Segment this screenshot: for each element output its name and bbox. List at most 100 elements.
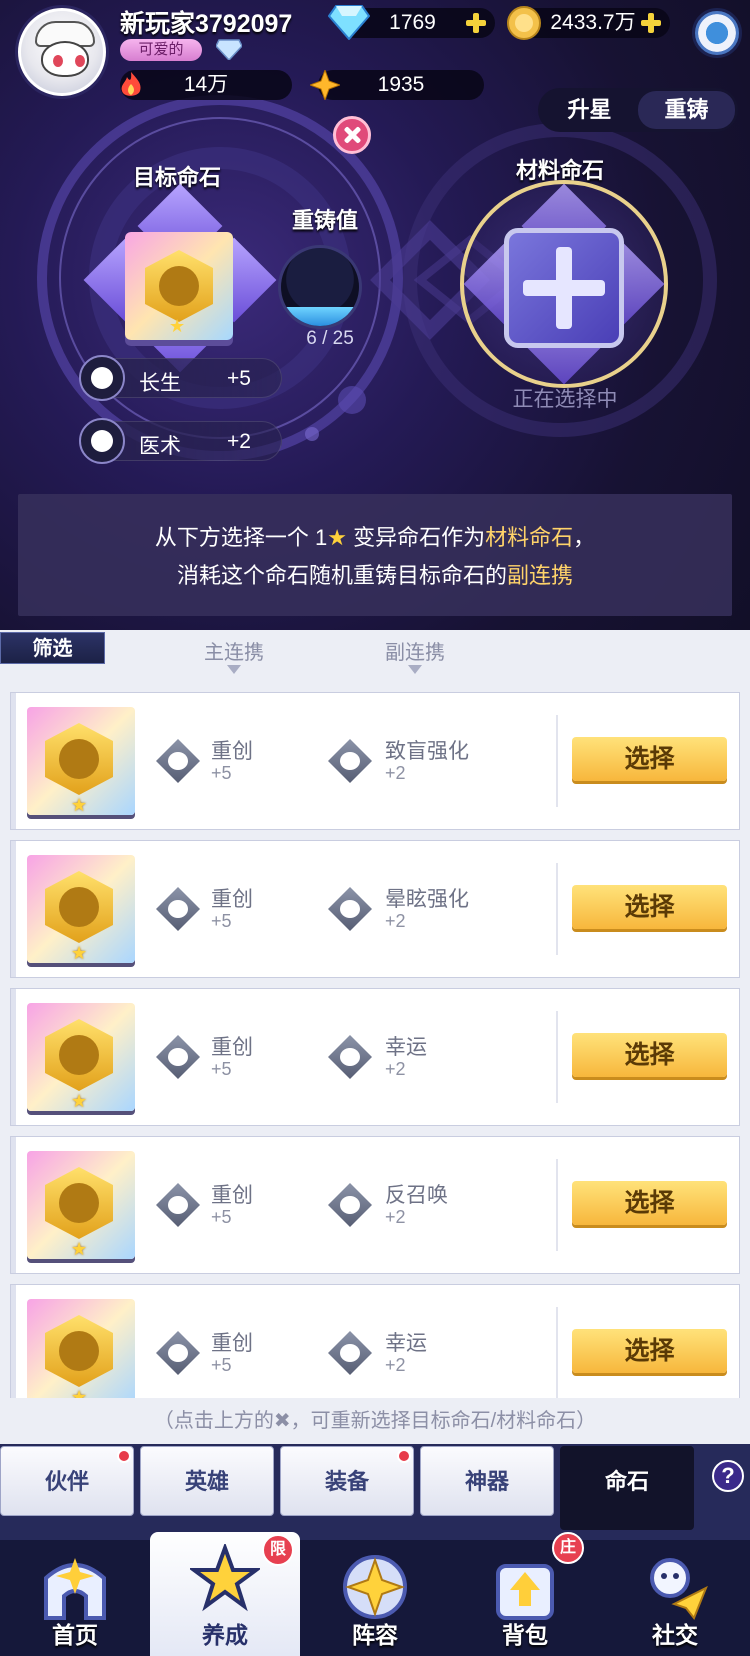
- nav-badge: 庄: [552, 1532, 584, 1564]
- nav-social[interactable]: 社交: [600, 1540, 750, 1656]
- nav-label: 养成: [202, 1622, 248, 1648]
- list-item: ★ 重创 +5 幸运 +2 选择: [10, 1284, 740, 1398]
- main-link-value: +5: [211, 763, 232, 783]
- anti-summon-icon: [328, 1183, 372, 1227]
- nav-home[interactable]: 首页: [0, 1540, 150, 1656]
- power-counter: 14万: [120, 70, 292, 100]
- sub-link-value: +2: [385, 911, 406, 931]
- gold-stone-icon: [45, 871, 113, 943]
- tab-recast[interactable]: 重铸: [638, 91, 735, 129]
- sub-link-value: +2: [385, 1207, 406, 1227]
- tab-artifact[interactable]: 神器: [420, 1446, 554, 1516]
- nav-label: 阵容: [352, 1622, 398, 1648]
- bottom-nav: 首页 限 养成 阵容 庄 背包 社交: [0, 1532, 750, 1656]
- lineup-compass-icon: [343, 1555, 407, 1619]
- gold-stone-icon: [45, 723, 113, 795]
- select-button[interactable]: 选择: [572, 1329, 727, 1373]
- medicine-icon: [79, 418, 125, 464]
- column-sub-link[interactable]: 副连携: [355, 636, 475, 674]
- gold-stone-icon: [45, 1167, 113, 1239]
- reselect-hint: （点击上方的✖，可重新选择目标命石/材料命石）: [0, 1398, 750, 1444]
- list-item: ★ 重创 +5 幸运 +2 选择: [10, 988, 740, 1126]
- heavy-strike-icon: [156, 1183, 200, 1227]
- nav-label: 首页: [52, 1622, 98, 1648]
- luck-icon: [328, 1331, 372, 1375]
- yin-yang-icon: [79, 355, 125, 401]
- title-badge: 可爱的: [120, 39, 202, 61]
- target-stat-row: 长生 +5: [79, 355, 282, 401]
- main-link-name: 重创: [211, 740, 253, 763]
- notification-dot: [117, 1449, 131, 1463]
- gold-stone-icon: [45, 1315, 113, 1387]
- material-stone-thumb: ★: [27, 707, 135, 815]
- list-item: ★ 重创 +5 晕眩强化 +2 选择: [10, 840, 740, 978]
- material-stone-thumb: ★: [27, 1003, 135, 1111]
- target-star: ★: [169, 316, 186, 336]
- material-stone-thumb: ★: [27, 1151, 135, 1259]
- sub-link-value: +2: [385, 763, 406, 783]
- stun-icon: [328, 887, 372, 931]
- mode-toggle: 升星 重铸: [538, 88, 738, 132]
- main-link-name: 重创: [211, 1184, 253, 1207]
- home-castle-icon: [44, 1558, 106, 1620]
- instruction-line-1: 从下方选择一个 1★ 变异命石作为材料命石，: [154, 525, 596, 550]
- settings-gear-icon[interactable]: [692, 8, 742, 58]
- select-button[interactable]: 选择: [572, 1033, 727, 1077]
- heavy-strike-icon: [156, 1035, 200, 1079]
- stat-value: +2: [227, 430, 251, 453]
- select-button[interactable]: 选择: [572, 885, 727, 929]
- select-button[interactable]: 选择: [572, 1181, 727, 1225]
- nav-label: 背包: [502, 1622, 548, 1648]
- star-counter: 1935: [310, 70, 484, 100]
- recast-count: 6 / 25: [306, 328, 354, 349]
- instruction-box: 从下方选择一个 1★ 变异命石作为材料命石， 消耗这个命石随机重铸目标命石的副连…: [18, 494, 732, 616]
- tab-equipment[interactable]: 装备: [280, 1446, 414, 1516]
- gold-coin-icon: [507, 6, 541, 40]
- sub-tab-bar: 伙伴 英雄 装备 神器 命石: [0, 1444, 750, 1540]
- develop-star-icon: [190, 1544, 260, 1612]
- material-stone-thumb: ★: [27, 1299, 135, 1398]
- notification-dot: [397, 1449, 411, 1463]
- sub-link-value: +2: [385, 1059, 406, 1079]
- sub-link-value: +2: [385, 1355, 406, 1375]
- sub-link-name: 晕眩强化: [385, 888, 469, 911]
- nav-badge: 限: [262, 1534, 294, 1566]
- target-stone-slot[interactable]: ★: [125, 232, 233, 340]
- blind-icon: [328, 739, 372, 783]
- nav-develop[interactable]: 限 养成: [150, 1532, 300, 1656]
- sub-link-name: 反召唤: [385, 1184, 448, 1207]
- gem-value: 1769: [389, 11, 436, 34]
- material-list: 筛选 主连携 副连携 ★ 重创 +5 致盲强化 +2 选择 ★ 重创 +5 晕眩…: [0, 630, 750, 1398]
- help-icon[interactable]: ?: [712, 1460, 744, 1492]
- add-gems-plus-icon[interactable]: [465, 12, 487, 34]
- nav-label: 社交: [652, 1622, 698, 1648]
- tab-partner[interactable]: 伙伴: [0, 1446, 134, 1516]
- main-link-value: +5: [211, 911, 232, 931]
- select-button[interactable]: 选择: [572, 737, 727, 781]
- add-gold-plus-icon[interactable]: [640, 12, 662, 34]
- nav-bag[interactable]: 庄 背包: [450, 1532, 600, 1656]
- tab-fate-stone[interactable]: 命石: [560, 1446, 694, 1530]
- gem-icon: [328, 5, 370, 40]
- nav-lineup[interactable]: 阵容: [300, 1540, 450, 1656]
- main-link-value: +5: [211, 1207, 232, 1227]
- gem-counter: 1769: [328, 5, 495, 40]
- main-link-value: +5: [211, 1059, 232, 1079]
- tab-star-up[interactable]: 升星: [541, 91, 638, 129]
- tab-hero[interactable]: 英雄: [140, 1446, 274, 1516]
- recast-panel: 新玩家3792097 可爱的 1769 2433.7万 14万 1935 升星 …: [0, 0, 750, 630]
- avatar[interactable]: [18, 8, 106, 96]
- diamond-rank-icon: [216, 39, 242, 60]
- recast-value-label: 重铸值: [292, 208, 359, 233]
- sub-link-name: 幸运: [385, 1332, 427, 1355]
- clear-target-close-icon[interactable]: [333, 116, 371, 154]
- material-stone-add-slot[interactable]: [504, 228, 624, 348]
- list-item: ★ 重创 +5 反召唤 +2 选择: [10, 1136, 740, 1274]
- social-ghost-icon: [650, 1558, 708, 1620]
- gold-stone-icon: [45, 1019, 113, 1091]
- column-main-link[interactable]: 主连携: [174, 636, 294, 674]
- filter-button[interactable]: 筛选: [0, 632, 105, 664]
- gold-value: 2433.7万: [550, 11, 636, 34]
- sub-link-name: 幸运: [385, 1036, 427, 1059]
- list-item: ★ 重创 +5 致盲强化 +2 选择: [10, 692, 740, 830]
